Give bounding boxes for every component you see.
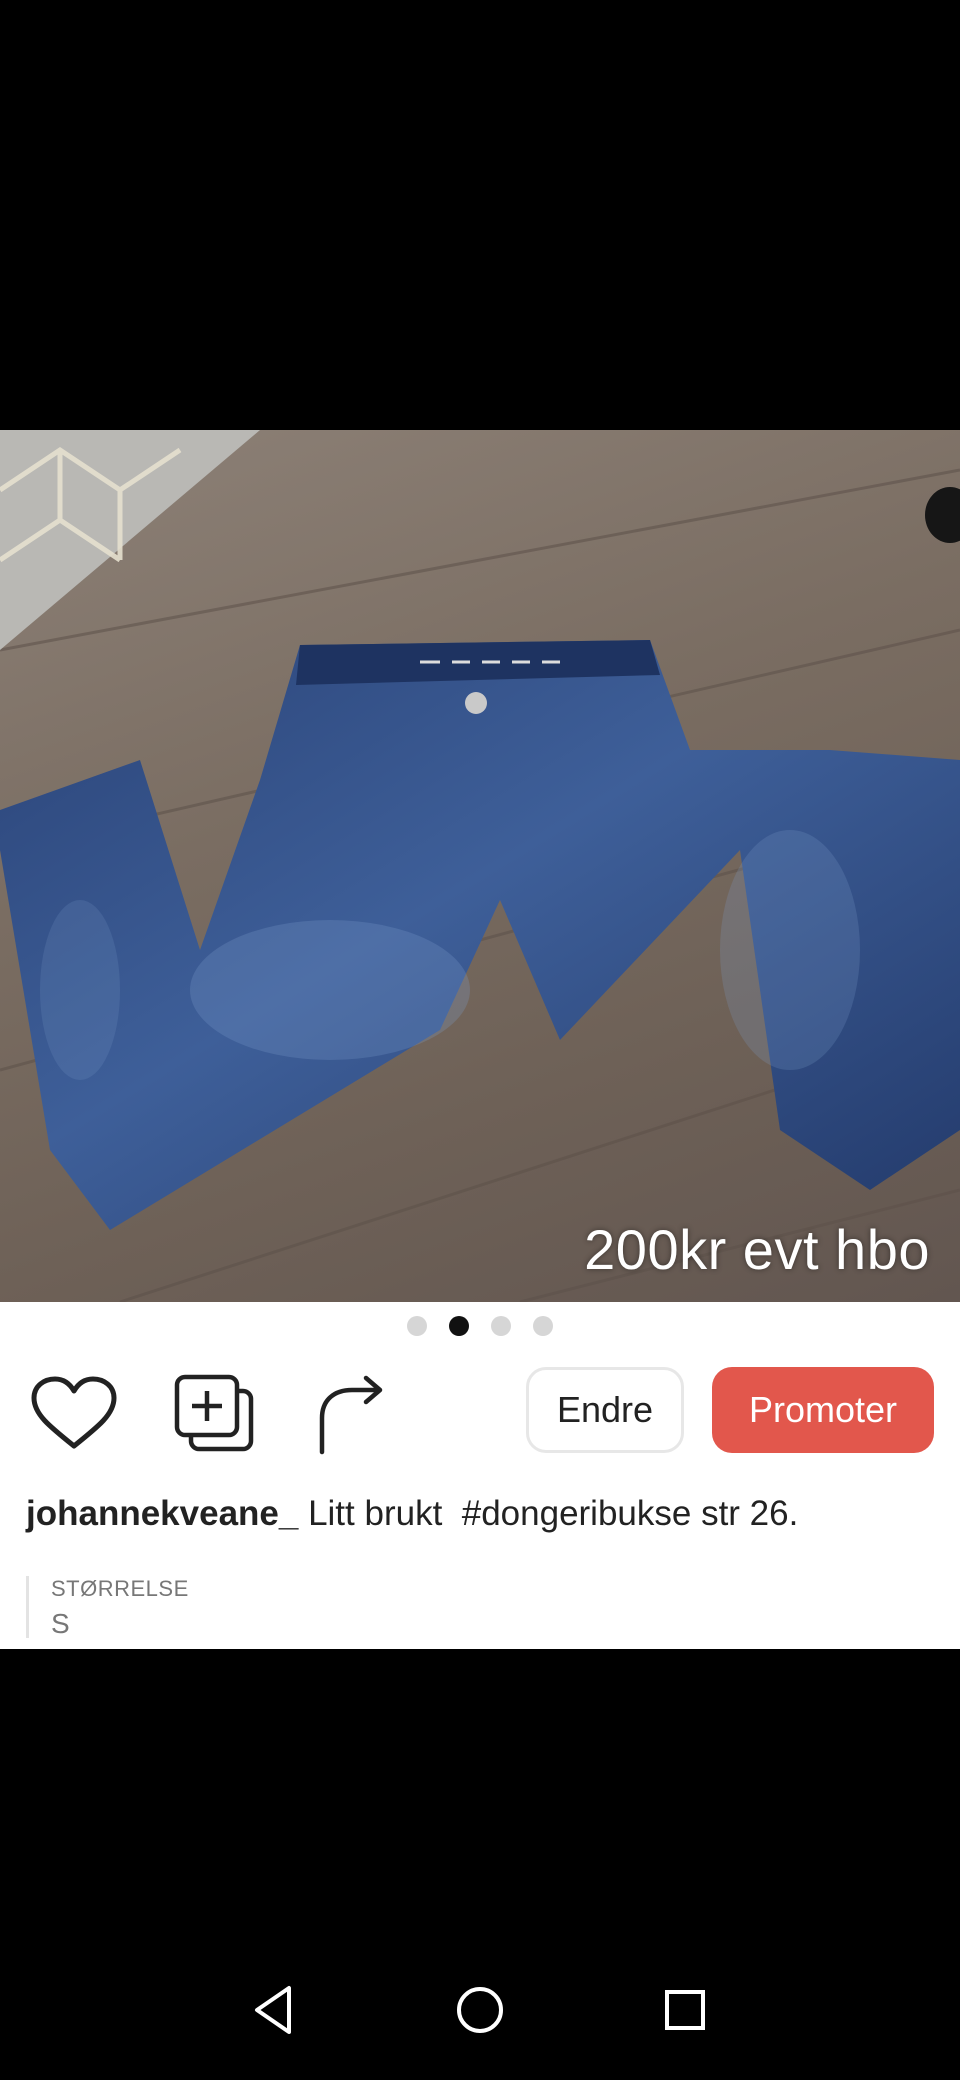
product-photo[interactable]: 200kr evt hbo xyxy=(0,430,960,1302)
carousel-dot-3[interactable] xyxy=(491,1316,511,1336)
post-caption: johannekveane_ Litt brukt #dongeribukse … xyxy=(26,1494,798,1534)
back-triangle-icon xyxy=(255,1986,291,2034)
recents-square-icon xyxy=(665,1990,705,2030)
share-arrow-icon xyxy=(319,1375,383,1455)
caption-text: Litt brukt #dongeribukse str 26. xyxy=(298,1494,799,1533)
carousel-dot-1[interactable] xyxy=(407,1316,427,1336)
price-overlay-text: 200kr evt hbo xyxy=(584,1218,930,1281)
carousel-indicator xyxy=(0,1316,960,1341)
save-button[interactable] xyxy=(166,1364,262,1464)
edit-button[interactable]: Endre xyxy=(526,1367,684,1453)
heart-icon xyxy=(31,1376,117,1449)
promote-button[interactable]: Promoter xyxy=(712,1367,934,1453)
system-navigation-bar xyxy=(0,1980,960,2060)
like-button[interactable] xyxy=(26,1364,122,1464)
back-button[interactable] xyxy=(245,1980,305,2040)
home-button[interactable] xyxy=(450,1980,510,2040)
carousel-dot-4[interactable] xyxy=(533,1316,553,1336)
add-to-collection-icon xyxy=(174,1374,254,1452)
size-value: S xyxy=(51,1608,70,1639)
size-detail: STØRRELSE S xyxy=(26,1576,189,1639)
size-label: STØRRELSE xyxy=(51,1576,189,1601)
home-circle-icon xyxy=(457,1987,503,2033)
username-link[interactable]: johannekveane_ xyxy=(26,1494,298,1533)
jeans-illustration xyxy=(0,430,960,1302)
recents-button[interactable] xyxy=(655,1980,715,2040)
post-panel: Endre Promoter johannekveane_ Litt brukt… xyxy=(0,1302,960,1649)
share-button[interactable] xyxy=(300,1364,396,1464)
carousel-dot-2-active[interactable] xyxy=(449,1316,469,1336)
